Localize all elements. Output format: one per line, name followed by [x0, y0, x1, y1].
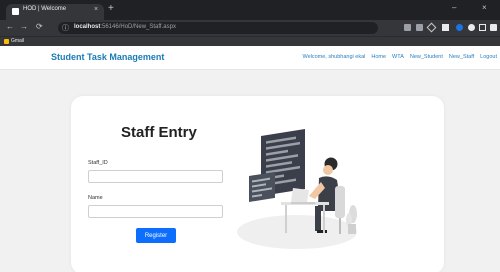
url-text[interactable]: localhost:56146/HoD/New_Staff.aspx — [74, 24, 176, 30]
extensions-puzzle-icon[interactable] — [468, 24, 475, 31]
nav-new-staff[interactable]: New_Staff — [449, 54, 474, 60]
app-navbar: Student Task Management Welcome, shubhan… — [0, 46, 500, 70]
nav-new-student[interactable]: New_Student — [410, 54, 443, 60]
nav-links: Welcome, shubhangi ekal Home WTA New_Stu… — [302, 54, 497, 60]
tab-title: HOD | Welcome — [23, 6, 67, 12]
bookmark-gmail[interactable]: Gmail — [11, 38, 24, 44]
staff-illustration — [237, 129, 357, 249]
nav-wta[interactable]: WTA — [392, 54, 404, 60]
browser-toolbar: ← → ⟳ ⓘ localhost:56146/HoD/New_Staff.as… — [0, 20, 500, 36]
bookmarks-bar: Gmail — [0, 36, 500, 46]
forward-arrow-icon[interactable]: → — [20, 22, 28, 32]
nav-logout[interactable]: Logout — [480, 54, 497, 60]
translate-icon[interactable] — [404, 24, 411, 31]
browser-tab-bar: HOD | Welcome × + – × — [0, 0, 500, 20]
new-tab-button[interactable]: + — [108, 3, 114, 15]
tab-favicon-icon — [12, 8, 19, 15]
reload-icon[interactable]: ⟳ — [36, 22, 43, 32]
page-title: Staff Entry — [121, 124, 197, 141]
url-host: localhost — [74, 24, 101, 30]
menu-icon[interactable] — [490, 24, 497, 31]
staff-id-label: Staff_ID — [88, 160, 108, 166]
window-close-button[interactable]: × — [482, 3, 487, 12]
back-arrow-icon[interactable]: ← — [6, 22, 14, 32]
tab-close-icon[interactable]: × — [94, 6, 98, 13]
browser-tab[interactable]: HOD | Welcome × — [6, 4, 104, 20]
nav-welcome[interactable]: Welcome, shubhangi ekal — [302, 54, 365, 60]
staff-id-input[interactable] — [88, 170, 223, 183]
site-info-icon[interactable]: ⓘ — [62, 23, 69, 33]
brand-title[interactable]: Student Task Management — [51, 52, 164, 62]
extension-icon[interactable] — [442, 24, 449, 31]
share-icon[interactable] — [416, 24, 423, 31]
register-button[interactable]: Register — [136, 228, 176, 243]
profile-extension-icon[interactable] — [456, 24, 463, 31]
name-label: Name — [88, 195, 103, 201]
name-input[interactable] — [88, 205, 223, 218]
gmail-icon — [4, 39, 9, 44]
staff-entry-card: Staff Entry Staff_ID Name Register — [71, 96, 444, 272]
window-minimize-button[interactable]: – — [452, 3, 456, 12]
bookmark-star-icon[interactable] — [426, 22, 437, 33]
url-path: :56146/HoD/New_Staff.aspx — [100, 24, 176, 30]
nav-home[interactable]: Home — [371, 54, 386, 60]
sidebar-icon[interactable] — [479, 24, 486, 31]
address-bar[interactable]: ⓘ localhost:56146/HoD/New_Staff.aspx — [58, 22, 378, 34]
